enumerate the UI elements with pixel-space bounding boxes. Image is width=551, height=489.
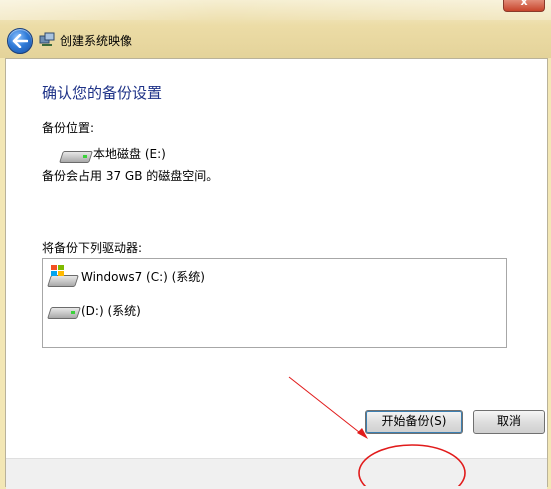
annotation-overlay [288,376,466,486]
arrow-head-icon [357,428,368,439]
highlight-circle [358,444,466,486]
annotation-arrow [288,376,365,437]
